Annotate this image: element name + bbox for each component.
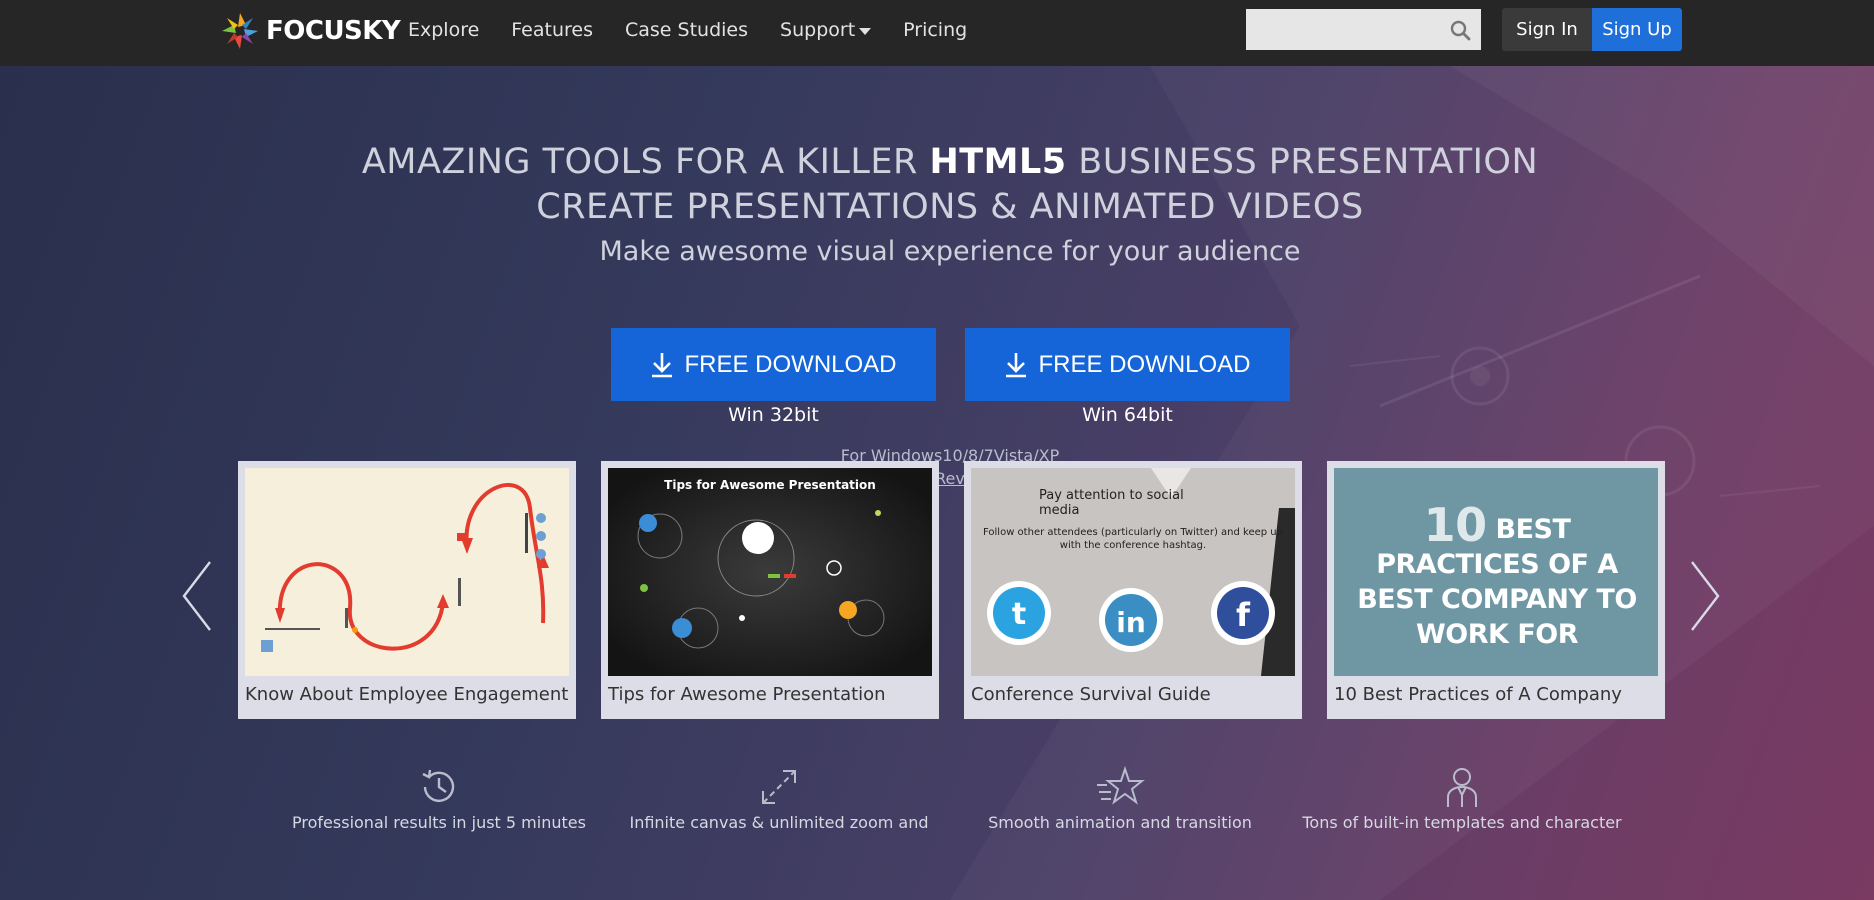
person-icon xyxy=(1447,768,1477,807)
thumb-heading: Pay attention to social media xyxy=(1039,488,1184,518)
card-thumbnail: 10 BEST PRACTICES OF A BEST COMPANY TO W… xyxy=(1334,468,1658,676)
nav-explore[interactable]: Explore xyxy=(408,19,479,41)
headline-suffix: BUSINESS PRESENTATION xyxy=(1066,142,1539,182)
top-navigation-bar: FOCUSKY Explore Features Case Studies Su… xyxy=(0,0,1874,66)
facebook-icon: f xyxy=(1236,596,1251,634)
hero-headline: AMAZING TOOLS FOR A KILLER HTML5 BUSINES… xyxy=(0,140,1874,230)
awesome-presentation-thumbnail xyxy=(608,468,932,676)
download-64bit-label: FREE DOWNLOAD xyxy=(1038,350,1251,378)
carousel-next-arrow-icon[interactable] xyxy=(1688,558,1722,634)
template-card-employee-engagement[interactable]: Know About Employee Engagement xyxy=(238,461,576,719)
feature-text: Smooth animation and transition xyxy=(988,813,1252,832)
card-title: Tips for Awesome Presentation xyxy=(608,684,886,705)
thumb-heading: Tips for Awesome Presentation xyxy=(664,478,876,492)
carousel-prev-arrow-icon[interactable] xyxy=(180,558,214,634)
card-thumbnail xyxy=(245,468,569,676)
focusky-logo[interactable]: FOCUSKY xyxy=(218,9,401,53)
expand-arrows-icon xyxy=(762,770,796,804)
thumb-number: 10 xyxy=(1423,498,1488,552)
nav-explore-label: Explore xyxy=(408,19,480,41)
feature-text: Infinite canvas & unlimited zoom and xyxy=(629,813,929,832)
linkedin-icon: in xyxy=(1116,606,1146,639)
download-64bit-button[interactable]: FREE DOWNLOAD xyxy=(965,328,1290,401)
template-card-conference-guide[interactable]: t in f Pay attention to social media Fol… xyxy=(964,461,1302,719)
download-32bit-variant: Win 32bit xyxy=(728,404,819,426)
card-thumbnail: Tips for Awesome Presentation xyxy=(608,468,932,676)
template-card-best-practices[interactable]: 10 BEST PRACTICES OF A BEST COMPANY TO W… xyxy=(1327,461,1665,719)
headline-strong: HTML5 xyxy=(929,142,1067,182)
nav-support[interactable]: Support xyxy=(780,19,872,41)
card-thumbnail: t in f Pay attention to social media Fol… xyxy=(971,468,1295,676)
download-64bit-variant: Win 64bit xyxy=(1082,404,1173,426)
focusky-logo-icon xyxy=(222,13,258,49)
template-card-awesome-presentation[interactable]: Tips for Awesome Presentation Tips for A… xyxy=(601,461,939,719)
card-title: Know About Employee Engagement xyxy=(245,684,569,705)
thumb-body: Follow other attendees (particularly on … xyxy=(983,527,1283,551)
search-input[interactable] xyxy=(1246,9,1446,50)
nav-pricing-label: Pricing xyxy=(903,19,968,41)
sign-up-button[interactable]: Sign Up xyxy=(1592,8,1682,51)
hero-headline-line1: AMAZING TOOLS FOR A KILLER HTML5 BUSINES… xyxy=(0,140,1874,185)
feature-professional-results: Professional results in just 5 minutes xyxy=(279,765,599,832)
feature-smooth-animation: Smooth animation and transition xyxy=(960,765,1280,832)
feature-text: Tons of built-in templates and character xyxy=(1302,813,1622,832)
star-icon xyxy=(1097,765,1145,805)
feature-infinite-canvas: Infinite canvas & unlimited zoom and xyxy=(619,765,939,832)
nav-features-label: Features xyxy=(511,19,593,41)
main-nav: Explore Features Case Studies Support Pr… xyxy=(408,0,999,60)
download-32bit-button[interactable]: FREE DOWNLOAD xyxy=(611,328,936,401)
hero-subheadline: Make awesome visual experience for your … xyxy=(599,236,1301,267)
thumb-heading-block: 10 BEST PRACTICES OF A BEST COMPANY TO W… xyxy=(1342,502,1652,652)
sign-in-button[interactable]: Sign In xyxy=(1502,8,1592,51)
nav-features[interactable]: Features xyxy=(511,19,593,41)
search-icon[interactable] xyxy=(1450,20,1471,41)
search-box xyxy=(1246,9,1481,50)
feature-text: Professional results in just 5 minutes xyxy=(292,813,586,832)
brand-name: FOCUSKY xyxy=(266,16,401,46)
download-icon xyxy=(652,352,673,377)
nav-case-studies-label: Case Studies xyxy=(625,19,749,41)
employee-engagement-thumbnail xyxy=(245,468,569,676)
card-title: Conference Survival Guide xyxy=(971,684,1211,705)
card-title: 10 Best Practices of A Company xyxy=(1334,684,1622,705)
download-icon xyxy=(1006,352,1027,377)
download-32bit-label: FREE DOWNLOAD xyxy=(684,350,897,378)
feature-built-in-templates: Tons of built-in templates and character xyxy=(1302,765,1622,832)
chevron-down-icon xyxy=(859,27,872,35)
hero-headline-line2: CREATE PRESENTATIONS & ANIMATED VIDEOS xyxy=(536,187,1364,227)
nav-case-studies[interactable]: Case Studies xyxy=(625,19,748,41)
clock-icon xyxy=(422,769,455,802)
thumb-heading: BEST PRACTICES OF A BEST COMPANY TO WORK… xyxy=(1357,514,1637,650)
nav-pricing[interactable]: Pricing xyxy=(903,19,967,41)
nav-support-label: Support xyxy=(780,19,856,41)
headline-prefix: AMAZING TOOLS FOR A KILLER xyxy=(361,142,930,182)
twitter-icon: t xyxy=(1012,597,1026,632)
